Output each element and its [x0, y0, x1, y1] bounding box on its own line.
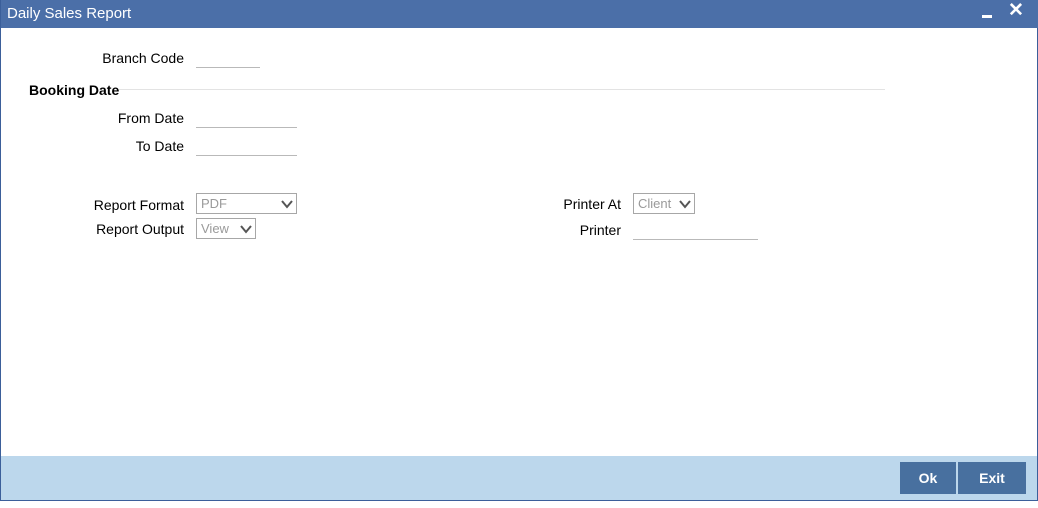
chevron-down-icon: [281, 200, 293, 209]
report-format-select[interactable]: PDF: [196, 193, 297, 214]
branch-code-input[interactable]: [196, 48, 260, 68]
report-output-value: View: [201, 221, 229, 236]
footer-bar: [1, 456, 1037, 500]
report-format-label: Report Format: [93, 197, 184, 213]
minimize-icon: [982, 15, 992, 18]
printer-input[interactable]: [633, 220, 758, 240]
close-icon: ✕: [1008, 0, 1024, 21]
from-date-label: From Date: [117, 110, 184, 126]
ok-button[interactable]: Ok: [900, 462, 956, 494]
section-divider: [119, 89, 885, 90]
booking-date-section-title: Booking Date: [29, 82, 120, 98]
minimize-button[interactable]: [977, 0, 999, 28]
printer-label: Printer: [579, 222, 621, 238]
report-output-select[interactable]: View: [196, 218, 256, 239]
chevron-down-icon: [679, 200, 691, 209]
printer-at-select[interactable]: Client: [633, 193, 695, 214]
report-output-label: Report Output: [96, 221, 184, 237]
report-window: Daily Sales Report ✕ Branch Code Booking…: [0, 0, 1038, 501]
report-format-value: PDF: [201, 196, 227, 211]
to-date-label: To Date: [135, 138, 184, 154]
title-bar: Daily Sales Report ✕: [1, 0, 1038, 28]
to-date-input[interactable]: [196, 136, 297, 156]
close-button[interactable]: ✕: [1005, 0, 1027, 28]
branch-code-label: Branch Code: [102, 50, 184, 66]
window-title: Daily Sales Report: [7, 5, 132, 22]
chevron-down-icon: [240, 225, 252, 234]
exit-button[interactable]: Exit: [958, 462, 1026, 494]
printer-at-value: Client: [638, 196, 672, 211]
printer-at-label: Printer At: [563, 196, 621, 212]
from-date-input[interactable]: [196, 108, 297, 128]
